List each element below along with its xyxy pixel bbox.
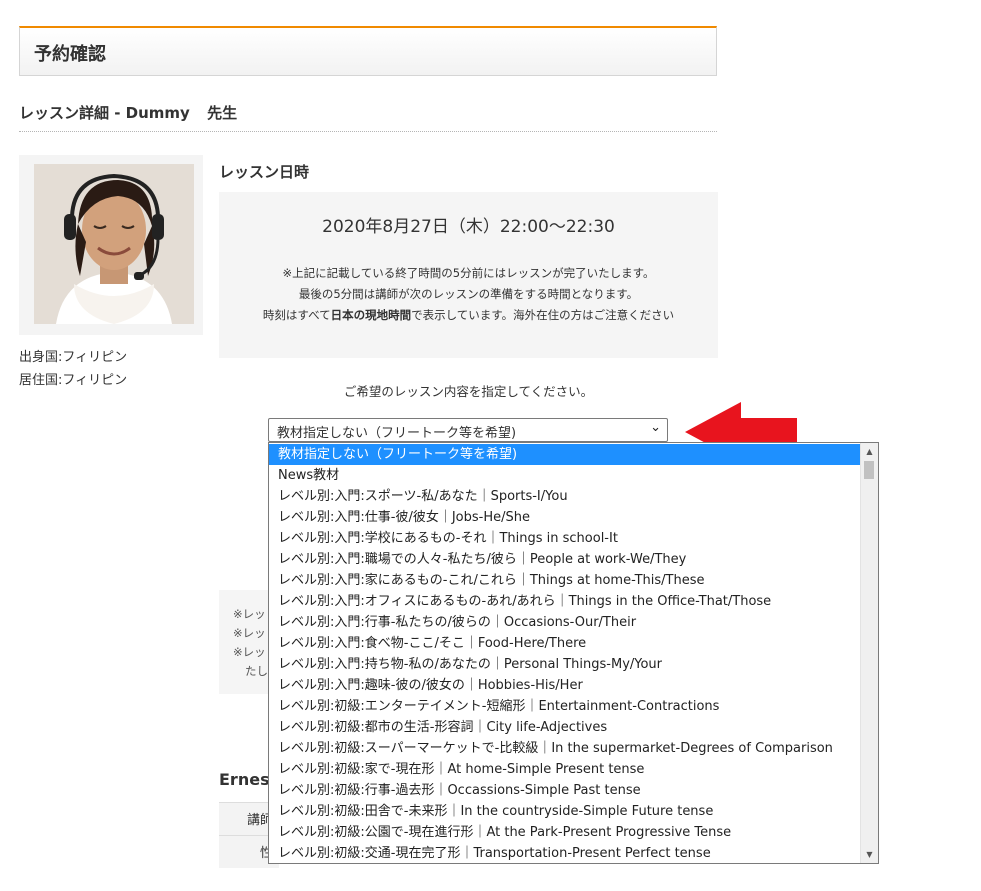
material-option[interactable]: レベル別:初級:田舎で-未来形｜In the countryside-Simpl…	[269, 801, 861, 822]
material-option[interactable]: レベル別:入門:仕事-彼/彼女｜Jobs-He/She	[269, 507, 861, 528]
teacher-photo-frame	[19, 155, 203, 335]
teacher-portrait-image	[34, 164, 194, 324]
material-option[interactable]: レベル別:初級:行事-過去形｜Occassions-Simple Past te…	[269, 780, 861, 801]
dropdown-scrollbar[interactable]: ▲ ▼	[860, 443, 878, 863]
notes-line: ※レッ	[233, 626, 266, 640]
lesson-detail-heading: レッスン詳細 - Dummy 先生	[19, 102, 717, 132]
notes-line: ※レッ	[233, 645, 266, 659]
lesson-datetime-title: レッスン日時	[219, 163, 310, 181]
teacher-name: Dummy	[125, 104, 190, 122]
notes-line: たし	[245, 664, 268, 678]
scroll-up-arrow-icon[interactable]: ▲	[861, 443, 878, 460]
lesson-datetime-box: 2020年8月27日（木）22:00～22:30 ※上記に記載している終了時間の…	[219, 192, 718, 358]
material-option[interactable]: レベル別:初級:交通-現在完了形｜Transportation-Present …	[269, 843, 861, 863]
material-option[interactable]: レベル別:入門:オフィスにあるもの-あれ/あれら｜Things in the O…	[269, 591, 861, 612]
lesson-detail-prefix: レッスン詳細 -	[19, 104, 126, 122]
material-option[interactable]: レベル別:入門:趣味-彼の/彼女の｜Hobbies-His/Her	[269, 675, 861, 696]
material-option[interactable]: News教材	[269, 465, 861, 486]
teacher-photo	[34, 164, 194, 324]
teacher-origin: 出身国:フィリピン	[19, 350, 128, 365]
scroll-down-arrow-icon[interactable]: ▼	[861, 846, 878, 863]
page-header: 予約確認	[19, 26, 717, 76]
chevron-down-icon: ⌄	[650, 420, 661, 435]
material-option[interactable]: レベル別:入門:職場での人々-私たち/彼ら｜People at work-We/…	[269, 549, 861, 570]
material-option[interactable]: レベル別:初級:家で-現在形｜At home-Simple Present te…	[269, 759, 861, 780]
lesson-note-3: 時刻はすべて日本の現地時間で表示しています。海外在住の方はご注意ください	[219, 307, 718, 323]
lesson-note-3-pre: 時刻はすべて	[262, 308, 331, 322]
material-option[interactable]: レベル別:入門:学校にあるもの-それ｜Things in school-It	[269, 528, 861, 549]
page-title: 予約確認	[34, 44, 106, 65]
lesson-date: 2020年8月27日（木）22:00～22:30	[322, 217, 615, 237]
lesson-note-2: 最後の5分間は講師が次のレッスンの準備をする時間となります。	[298, 287, 639, 301]
material-option[interactable]: レベル別:入門:持ち物-私の/あなたの｜Personal Things-My/Y…	[269, 654, 861, 675]
lesson-note-3-post: で表示しています。海外在住の方はご注意ください	[411, 308, 675, 322]
scrollbar-thumb[interactable]	[864, 461, 874, 479]
material-option[interactable]: レベル別:入門:行事-私たちの/彼らの｜Occasions-Our/Their	[269, 612, 861, 633]
material-option[interactable]: レベル別:初級:エンターテイメント-短縮形｜Entertainment-Cont…	[269, 696, 861, 717]
material-select-value: 教材指定しない（フリートーク等を希望)	[277, 426, 517, 441]
teacher-residence: 居住国:フィリピン	[19, 373, 128, 388]
teacher-suffix: 先生	[207, 104, 238, 122]
material-instruction: ご希望のレッスン内容を指定してください。	[343, 384, 594, 399]
lesson-note-3-bold: 日本の現地時間	[330, 308, 412, 322]
material-dropdown-list[interactable]: 教材指定しない（フリートーク等を希望) News教材 レベル別:入門:スポーツ-…	[268, 442, 879, 864]
material-option[interactable]: レベル別:初級:スーパーマーケットで-比較級｜In the supermarke…	[269, 738, 861, 759]
material-option[interactable]: レベル別:入門:スポーツ-私/あなた｜Sports-I/You	[269, 486, 861, 507]
material-option[interactable]: レベル別:入門:家にあるもの-これ/これら｜Things at home-Thi…	[269, 570, 861, 591]
notes-line: ※レッ	[233, 607, 266, 621]
material-option[interactable]: 教材指定しない（フリートーク等を希望)	[269, 444, 861, 465]
lesson-note-1: ※上記に記載している終了時間の5分前にはレッスンが完了いたします。	[282, 266, 655, 280]
material-select[interactable]: 教材指定しない（フリートーク等を希望) ⌄	[268, 418, 668, 442]
material-option[interactable]: レベル別:初級:都市の生活-形容詞｜City life-Adjectives	[269, 717, 861, 738]
material-option[interactable]: レベル別:初級:公園で-現在進行形｜At the Park-Present Pr…	[269, 822, 861, 843]
teacher-profile-title: Ernes	[219, 770, 270, 789]
material-option[interactable]: レベル別:入門:食べ物-ここ/そこ｜Food-Here/There	[269, 633, 861, 654]
